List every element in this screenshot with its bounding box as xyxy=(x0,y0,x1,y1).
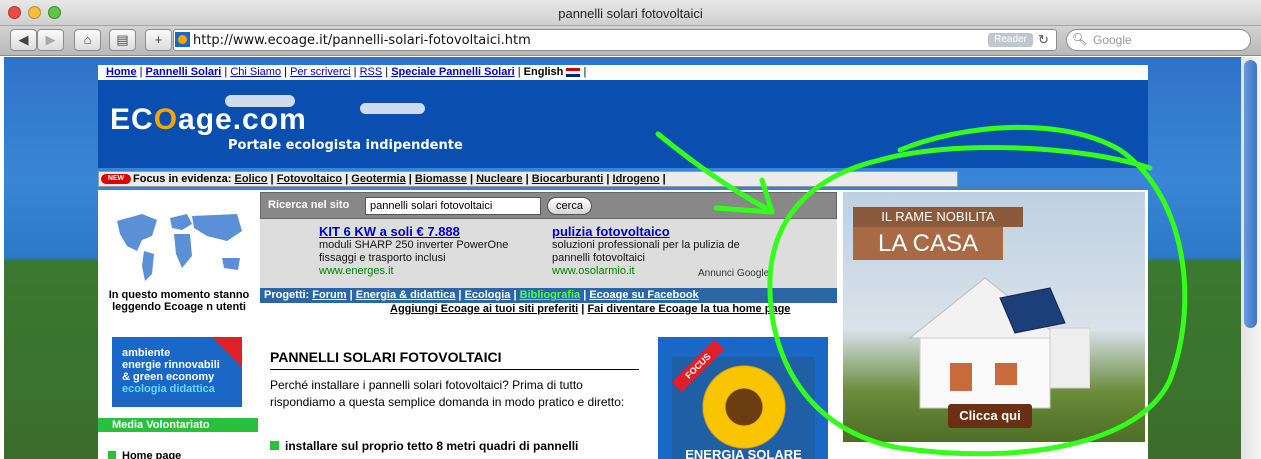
focus-label: Focus in evidenza: xyxy=(133,173,232,185)
ad-description: pannelli fotovoltaici xyxy=(552,252,645,264)
focus-eolico[interactable]: Eolico xyxy=(234,173,267,185)
focus-idrogeno[interactable]: Idrogeno xyxy=(613,173,660,185)
progetti-bibliografia[interactable]: Bibliografia xyxy=(520,289,581,301)
progetti-energia[interactable]: Energia & didattica xyxy=(356,289,456,301)
printer-icon: ▤ xyxy=(116,32,129,47)
window-title: pannelli solari fotovoltaici xyxy=(558,6,703,21)
forward-arrow-icon: ▶ xyxy=(45,32,56,47)
nav-chi-siamo[interactable]: Chi Siamo xyxy=(230,66,281,78)
new-badge: NEW xyxy=(101,174,131,184)
nav-speciale[interactable]: Speciale Pannelli Solari xyxy=(391,66,515,78)
focus-bar: Focus in evidenza: Eolico | Fotovoltaico… xyxy=(98,171,958,187)
logo-sun-icon: O xyxy=(153,103,179,136)
cloud-decoration xyxy=(360,103,425,114)
nav-english[interactable]: English xyxy=(524,66,564,78)
ad-description: soluzioni professionali per la pulizia d… xyxy=(552,239,740,251)
add-bookmark-button[interactable]: + xyxy=(145,29,172,51)
uk-flag-icon xyxy=(566,67,581,77)
site-search-label: Ricerca nel sito xyxy=(268,199,350,211)
focus-biomasse[interactable]: Biomasse xyxy=(415,173,467,185)
search-icon: 🔍︎ xyxy=(1072,32,1088,46)
ad-url[interactable]: www.energes.it xyxy=(319,265,544,277)
ad-description: fissaggi e trasporto inclusi xyxy=(319,252,446,264)
top-nav: Home | Pannelli Solari | Chi Siamo | Per… xyxy=(98,65,1148,80)
site-search-input[interactable]: pannelli solari fotovoltaici xyxy=(365,197,541,215)
forward-button[interactable]: ▶ xyxy=(37,29,64,51)
clicca-qui-button[interactable]: Clicca qui xyxy=(948,404,1032,428)
progetti-facebook[interactable]: Ecoage su Facebook xyxy=(589,289,698,301)
focus-geotermia[interactable]: Geotermia xyxy=(351,173,405,185)
ad-description: moduli SHARP 250 inverter PowerOne xyxy=(319,239,509,251)
reader-button[interactable]: Reader xyxy=(988,33,1033,47)
home-button[interactable]: ⌂ xyxy=(74,29,101,51)
energia-solare-caption: ENERGIA SOLARE xyxy=(685,447,802,459)
nav-home[interactable]: Home xyxy=(106,66,137,78)
world-map-icon xyxy=(117,214,242,281)
home-icon: ⌂ xyxy=(83,32,92,47)
readers-counter: In questo momento stanno leggendo Ecoage… xyxy=(108,289,250,313)
ad-title[interactable]: KIT 6 KW a soli € 7.888 xyxy=(319,224,544,239)
logo-text: EC xyxy=(110,103,154,136)
logo-text: age.com xyxy=(178,103,307,136)
media-volontariato-heading: Media Volontariato xyxy=(98,418,258,432)
annunci-google[interactable]: Annunci Google xyxy=(698,268,769,279)
search-placeholder: Google xyxy=(1093,33,1132,47)
ad-headline: LA CASA xyxy=(853,227,1003,260)
progetti-forum[interactable]: Forum xyxy=(312,289,346,301)
ad-item[interactable]: KIT 6 KW a soli € 7.888 moduli SHARP 250… xyxy=(319,224,544,277)
banner-line: ecologia didattica xyxy=(122,383,215,395)
banner-corner xyxy=(212,337,242,367)
focus-nucleare[interactable]: Nucleare xyxy=(476,173,522,185)
set-homepage-link[interactable]: Fai diventare Ecoage la tua home page xyxy=(587,303,790,315)
reload-icon[interactable]: ↻ xyxy=(1038,32,1049,48)
sidebar-home-link[interactable]: Home page xyxy=(108,450,181,459)
progetti-label: Progetti: xyxy=(264,289,310,301)
article-title: PANNELLI SOLARI FOTOVOLTAICI xyxy=(270,349,639,370)
plus-icon: + xyxy=(154,32,163,47)
house-illustration xyxy=(908,277,1090,409)
back-button[interactable]: ◀ xyxy=(10,29,37,51)
nav-rss[interactable]: RSS xyxy=(360,66,383,78)
article-bullet: installare sul proprio tetto 8 metri qua… xyxy=(270,438,639,454)
banner-line: & green economy xyxy=(122,371,215,383)
article-body: Perché installare i pannelli solari foto… xyxy=(270,378,625,409)
progetti-ecologia[interactable]: Ecologia xyxy=(465,289,511,301)
utility-links: Aggiungi Ecoage ai tuoi siti preferiti |… xyxy=(390,303,791,315)
progetti-bar: Progetti: Forum | Energia & didattica | … xyxy=(260,288,837,303)
scrollbar-thumb[interactable] xyxy=(1244,60,1257,328)
site-logo[interactable]: ECOage.com xyxy=(110,103,307,137)
url-text[interactable]: http://www.ecoage.it/pannelli-solari-fot… xyxy=(193,33,531,48)
print-button[interactable]: ▤ xyxy=(109,29,136,51)
cerca-button[interactable]: cerca xyxy=(547,197,592,215)
add-favorites-link[interactable]: Aggiungi Ecoage ai tuoi siti preferiti xyxy=(390,303,578,315)
ad-headline: IL RAME NOBILITA xyxy=(853,207,1023,227)
back-arrow-icon: ◀ xyxy=(18,32,29,47)
nav-per-scriverci[interactable]: Per scriverci xyxy=(290,66,351,78)
site-tagline: Portale ecologista indipendente xyxy=(228,138,463,153)
ad-title[interactable]: pulizia fotovoltaico xyxy=(552,224,774,239)
focus-fotovoltaico[interactable]: Fotovoltaico xyxy=(277,173,342,185)
focus-biocarburanti[interactable]: Biocarburanti xyxy=(532,173,604,185)
nav-pannelli-solari[interactable]: Pannelli Solari xyxy=(146,66,222,78)
favicon-icon xyxy=(175,32,190,47)
